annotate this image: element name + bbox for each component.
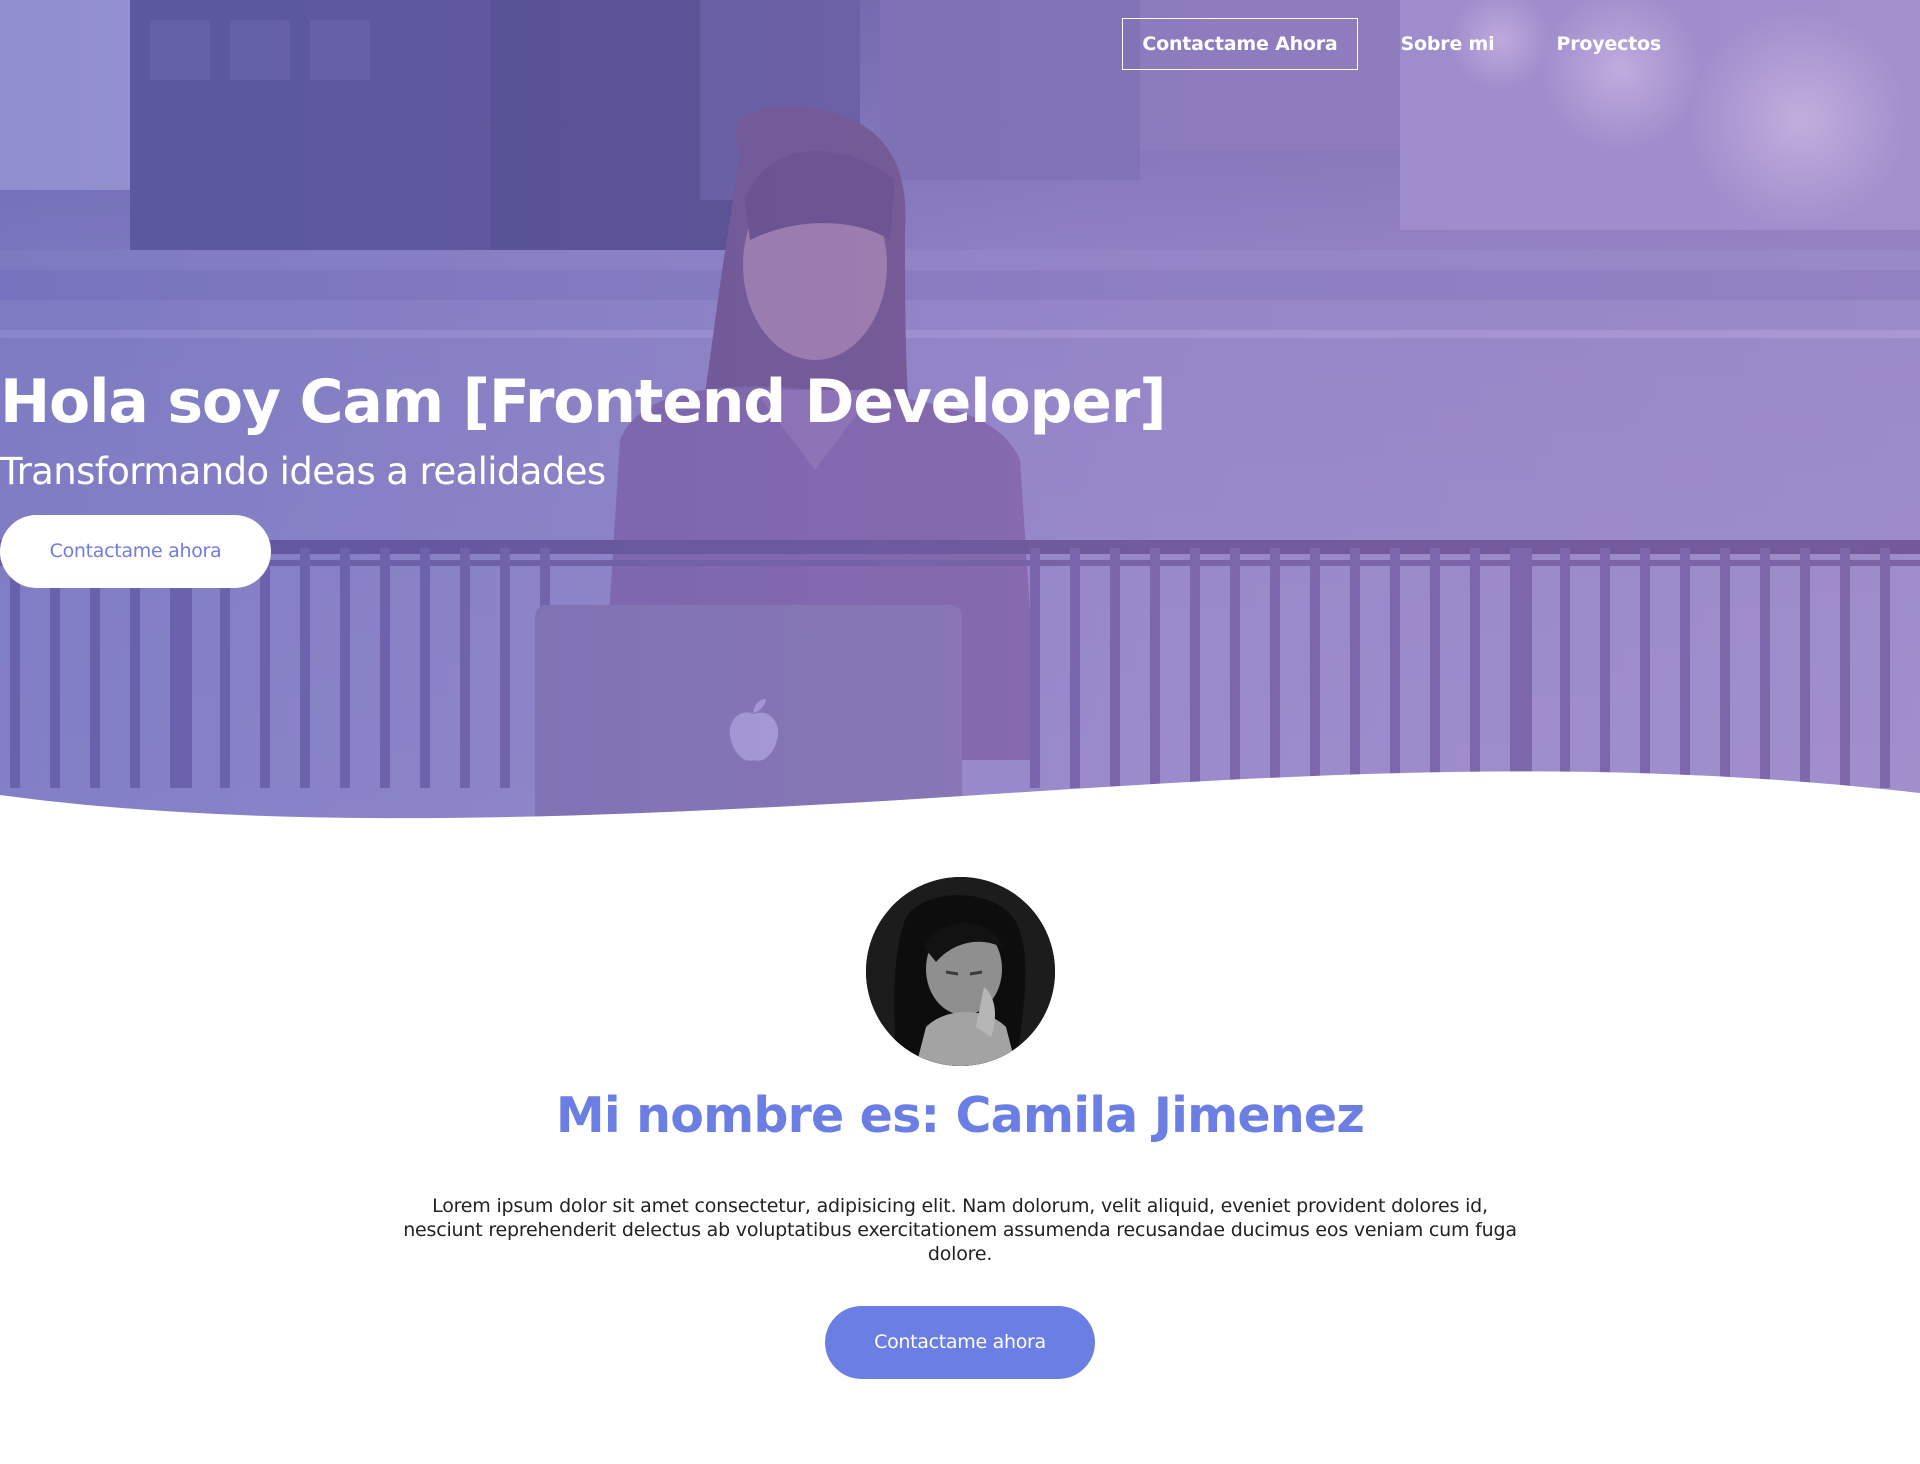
avatar (865, 877, 1055, 1066)
hero-title: Hola soy Cam [Frontend Developer] (0, 367, 1167, 437)
avatar-image (865, 877, 1055, 1066)
hero-contact-button[interactable]: Contactame ahora (0, 515, 271, 588)
nav-contact-link[interactable]: Contactame Ahora (1122, 18, 1358, 70)
nav-projects-link[interactable]: Proyectos (1537, 19, 1680, 69)
about-description: Lorem ipsum dolor sit amet consectetur, … (403, 1195, 1517, 1265)
about-title: Mi nombre es: Camila Jimenez (555, 1087, 1365, 1144)
about-section: Mi nombre es: Camila Jimenez Lorem ipsum… (0, 870, 1920, 1379)
hero-subtitle: Transformando ideas a realidades (0, 450, 606, 493)
about-contact-button[interactable]: Contactame ahora (825, 1306, 1095, 1379)
top-nav: Contactame Ahora Sobre mi Proyectos (1122, 18, 1680, 70)
hero-content: Hola soy Cam [Frontend Developer] Transf… (0, 363, 1200, 588)
nav-about-link[interactable]: Sobre mi (1382, 19, 1514, 69)
hero-section: Contactame Ahora Sobre mi Proyectos Hola… (0, 0, 1920, 820)
